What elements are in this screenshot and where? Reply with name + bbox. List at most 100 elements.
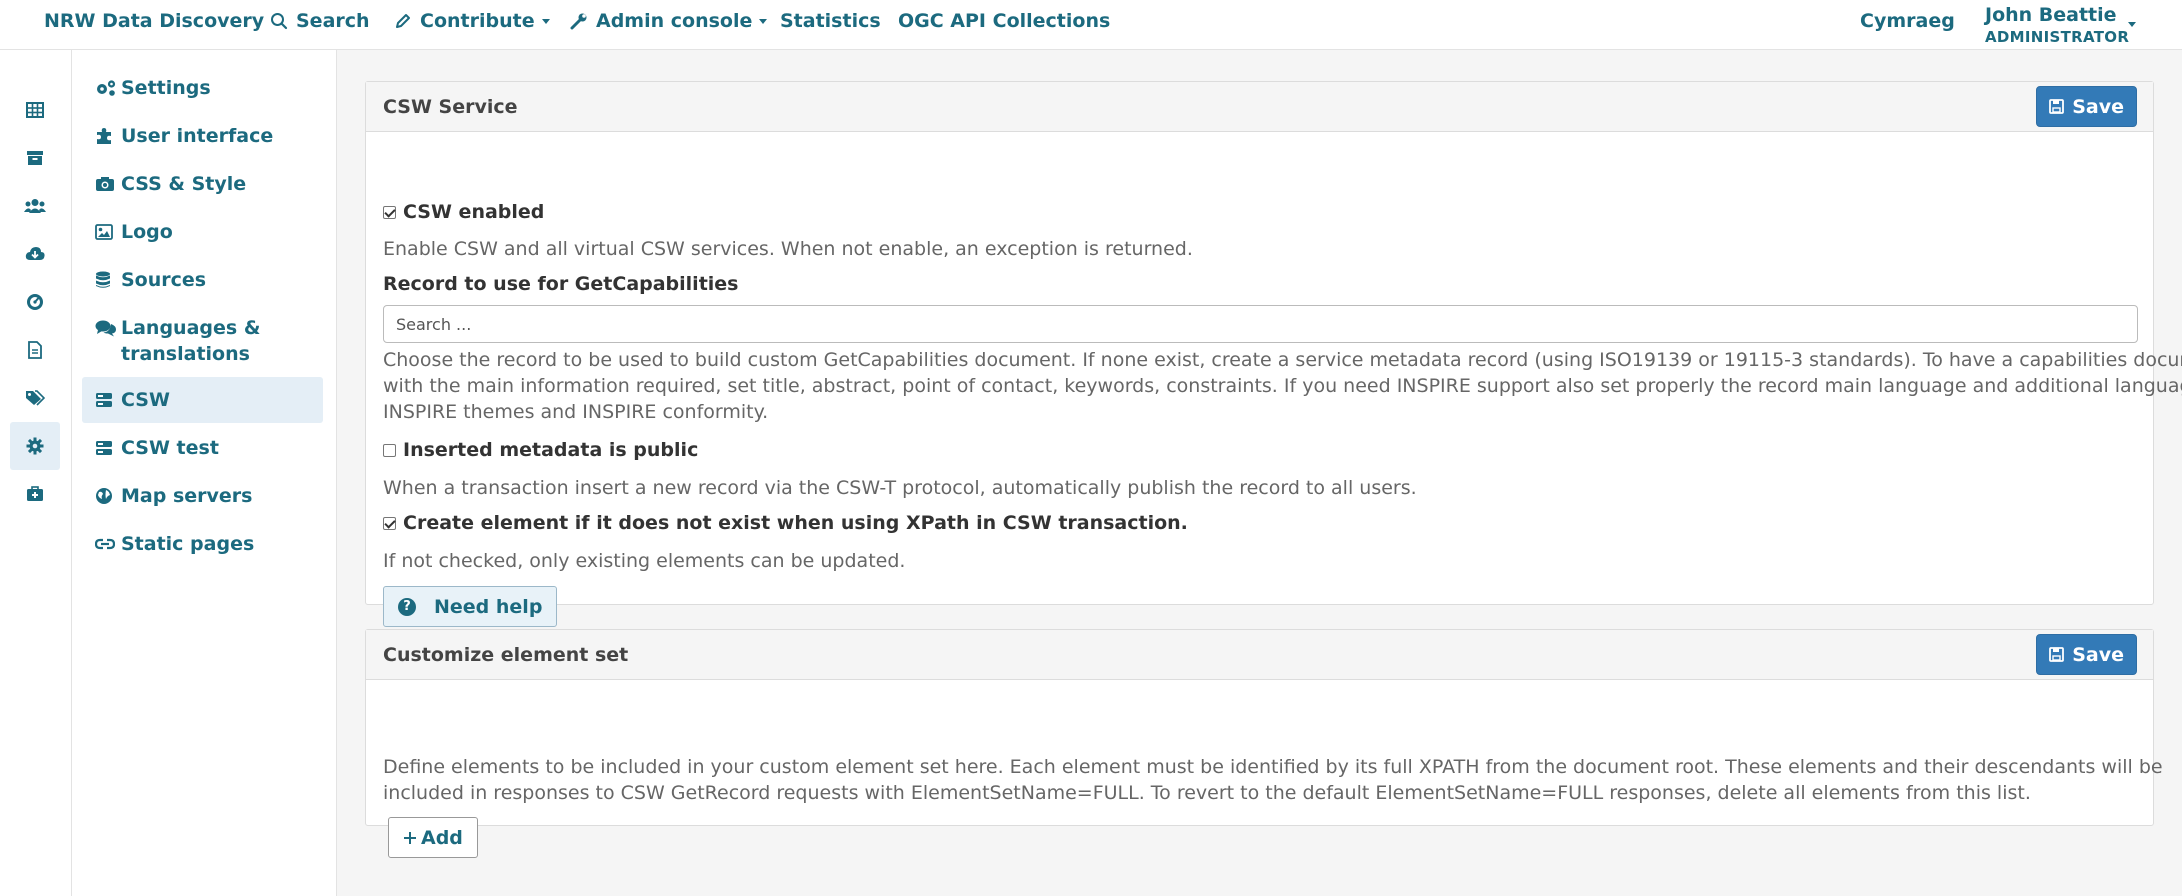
rail-harvesting[interactable] xyxy=(10,134,60,182)
csw-enabled-row[interactable]: CSW enabled xyxy=(383,201,544,223)
sidebar-item-csw[interactable]: CSW xyxy=(82,377,323,423)
element-set-help-line: included in responses to CSW GetRecord r… xyxy=(383,782,2031,804)
save-button[interactable]: Save xyxy=(2036,86,2137,127)
server-icon xyxy=(96,441,112,455)
pencil-icon xyxy=(396,14,410,28)
nav-contribute[interactable]: Contribute xyxy=(394,0,550,42)
comments-icon xyxy=(95,320,117,337)
rail-settings[interactable] xyxy=(10,422,60,470)
nav-admin-label: Admin console xyxy=(596,10,753,32)
sidebar-item-logo[interactable]: Logo xyxy=(82,209,396,255)
csw-service-panel: CSW Service Save CSW enabled Enable CSW … xyxy=(365,81,2182,627)
sidebar-item-label: Map servers xyxy=(121,485,253,507)
sidebar-item-label: Settings xyxy=(121,77,211,99)
user-role: ADMINISTRATOR xyxy=(1985,28,2130,46)
sidebar-item-label: CSW test xyxy=(121,437,219,459)
sidebar-item-label: Logo xyxy=(121,221,173,243)
sidebar-item-sources[interactable]: Sources xyxy=(82,257,396,303)
record-label: Record to use for GetCapabilities xyxy=(383,273,739,295)
nav-contribute-label: Contribute xyxy=(420,10,535,32)
medkit-icon xyxy=(27,486,43,501)
image-icon xyxy=(95,224,113,240)
rail-tools[interactable] xyxy=(10,470,60,518)
element-set-help: Define elements to be included in your c… xyxy=(383,754,2163,806)
nav-statistics-label: Statistics xyxy=(780,10,881,32)
language-label: Cymraeg xyxy=(1860,10,1955,32)
sidebar-item-settings[interactable]: Settings xyxy=(82,65,396,111)
inserted-public-row[interactable]: Inserted metadata is public xyxy=(383,439,698,461)
nav-search[interactable]: Search xyxy=(270,0,370,42)
sidebar-item-label: CSS & Style xyxy=(121,173,247,195)
record-help-line: INSPIRE themes and INSPIRE conformity. xyxy=(383,401,769,423)
plus-icon xyxy=(404,831,416,844)
cloud-download-icon xyxy=(25,247,45,260)
save-label: Save xyxy=(2072,643,2124,666)
search-icon xyxy=(271,13,288,30)
sidebar-item-label: Static pages xyxy=(121,533,255,555)
add-element-button[interactable]: Add xyxy=(388,817,478,858)
sidebar-item-label: CSW xyxy=(121,389,170,411)
icon-rail xyxy=(0,50,72,896)
sidebar-item-csw-test[interactable]: CSW test xyxy=(82,425,396,471)
panel-title: Customize element set xyxy=(383,643,629,666)
rail-dashboard[interactable] xyxy=(10,278,60,326)
create-element-row[interactable]: Create element if it does not exist when… xyxy=(383,512,1188,534)
record-search-input[interactable] xyxy=(383,305,2138,343)
need-help-label: Need help xyxy=(434,595,543,618)
link-icon xyxy=(95,538,115,550)
create-element-help: If not checked, only existing elements c… xyxy=(383,550,906,572)
inserted-public-label: Inserted metadata is public xyxy=(403,439,699,461)
csw-enabled-label: CSW enabled xyxy=(403,201,545,223)
cogs-icon xyxy=(97,80,116,96)
csw-enabled-checkbox[interactable] xyxy=(383,205,396,219)
user-name: John Beattie xyxy=(1985,4,2117,26)
save-button[interactable]: Save xyxy=(2036,634,2137,675)
sidebar-item-map-servers[interactable]: Map servers xyxy=(82,473,396,519)
create-element-checkbox[interactable] xyxy=(383,516,396,530)
inserted-public-checkbox[interactable] xyxy=(383,443,396,457)
element-set-panel: Customize element set Save Define elemen… xyxy=(365,629,2163,858)
record-help-line: Choose the record to be used to build cu… xyxy=(383,349,2182,371)
settings-sidebar: Settings User interface CSS & Style Logo… xyxy=(72,50,337,896)
sidebar-item-user-interface[interactable]: User interface xyxy=(82,113,396,159)
user-menu[interactable]: John Beattie ADMINISTRATOR xyxy=(1985,4,2129,48)
rail-records[interactable] xyxy=(10,86,60,134)
element-set-help-line: Define elements to be included in your c… xyxy=(383,756,2163,778)
brand-link[interactable]: NRW Data Discovery xyxy=(44,0,264,42)
floppy-icon xyxy=(2049,99,2065,114)
puzzle-icon xyxy=(97,128,111,144)
nav-statistics[interactable]: Statistics xyxy=(780,0,881,42)
create-element-label: Create element if it does not exist when… xyxy=(403,512,1188,534)
sidebar-item-css-style[interactable]: CSS & Style xyxy=(82,161,396,207)
chevron-down-icon xyxy=(759,18,768,24)
need-help-button[interactable]: ? Need help xyxy=(383,586,558,627)
inserted-public-help: When a transaction insert a new record v… xyxy=(383,477,1417,499)
question-circle-icon: ? xyxy=(398,597,416,616)
record-help: Choose the record to be used to build cu… xyxy=(383,347,2182,425)
nav-search-label: Search xyxy=(296,10,370,32)
panel-header: Customize element set Save xyxy=(366,630,2153,680)
wrench-icon xyxy=(570,13,587,30)
chevron-down-icon[interactable] xyxy=(2128,22,2136,27)
sidebar-item-static-pages[interactable]: Static pages xyxy=(82,521,396,567)
nav-ogc-label: OGC API Collections xyxy=(898,10,1111,32)
record-help-line: with the main information required, set … xyxy=(383,375,2182,397)
camera-icon xyxy=(96,177,114,191)
language-switch[interactable]: Cymraeg xyxy=(1860,0,1955,42)
nav-admin-console[interactable]: Admin console xyxy=(570,0,768,42)
sidebar-item-label: User interface xyxy=(121,125,274,147)
panel-title: CSW Service xyxy=(383,95,518,118)
save-label: Save xyxy=(2072,95,2124,118)
rail-users[interactable] xyxy=(10,182,60,230)
users-icon xyxy=(24,199,46,213)
nav-ogc-collections[interactable]: OGC API Collections xyxy=(898,0,1110,42)
panel-header: CSW Service Save xyxy=(366,82,2153,132)
rail-import[interactable] xyxy=(10,230,60,278)
rail-metadata[interactable] xyxy=(10,326,60,374)
gear-icon xyxy=(26,437,44,455)
sidebar-item-languages[interactable]: Languages & translations xyxy=(82,305,332,377)
database-icon xyxy=(96,271,110,288)
rail-classification[interactable] xyxy=(10,374,60,422)
globe-icon xyxy=(96,488,112,504)
csw-enabled-help: Enable CSW and all virtual CSW services.… xyxy=(383,238,1193,260)
